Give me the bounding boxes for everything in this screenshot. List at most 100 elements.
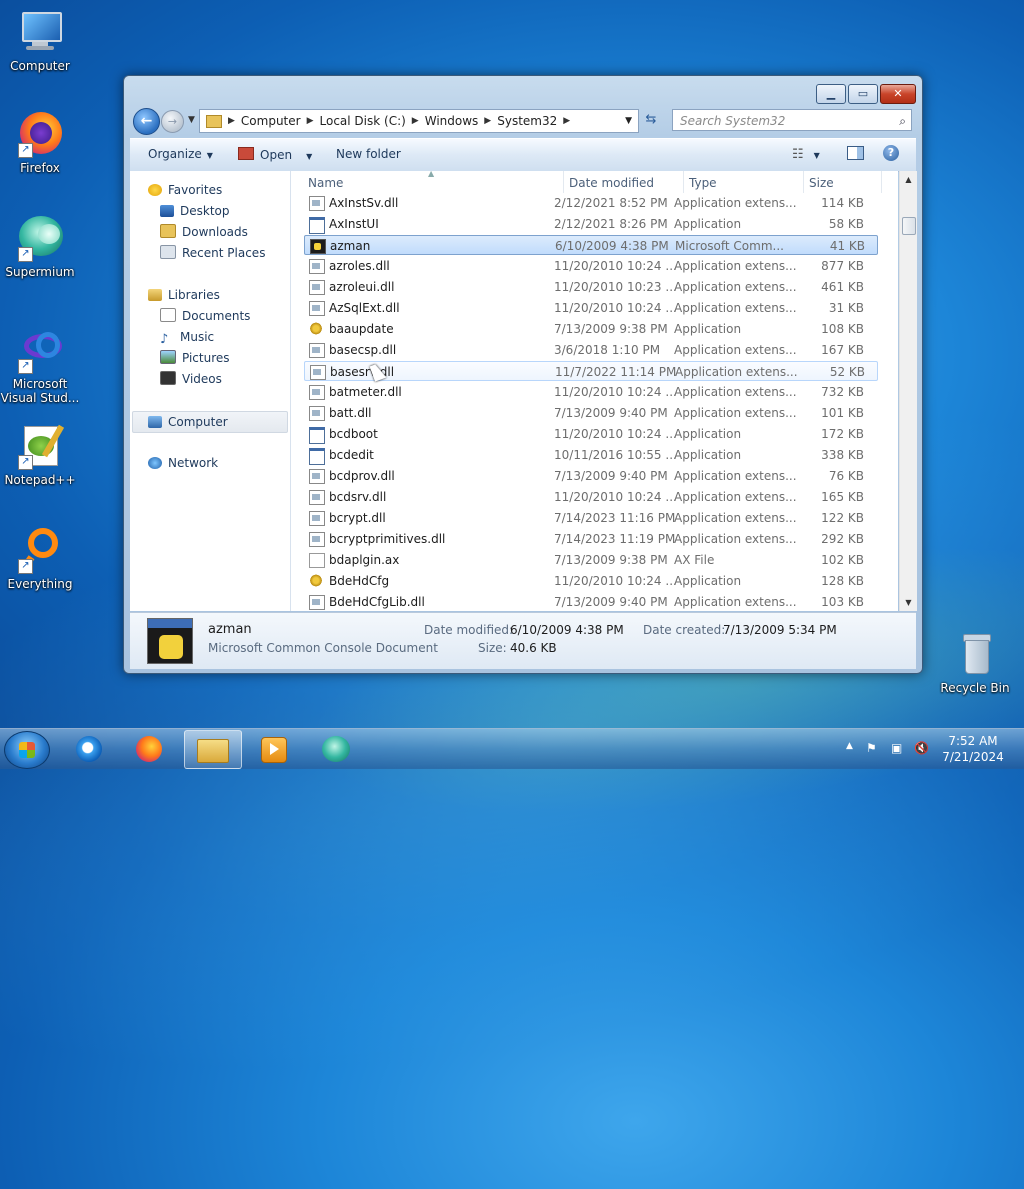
maximize-button[interactable]: ▭ xyxy=(848,84,878,104)
chevron-right-icon[interactable]: ▶ xyxy=(226,116,237,126)
show-hidden-icons-button[interactable]: ▲ xyxy=(846,741,853,751)
change-view-button[interactable]: ☷ ▼ xyxy=(792,147,820,162)
taskbar-supermium[interactable] xyxy=(308,730,364,767)
column-header-size[interactable]: Size xyxy=(809,176,834,190)
file-row[interactable]: AxInstUI 2/12/2021 8:26 PM Application 58 K… xyxy=(304,214,878,234)
address-bar[interactable]: ▶ Computer ▶ Local Disk (C:) ▶ Windows ▶… xyxy=(199,109,639,133)
column-header-date[interactable]: Date modified xyxy=(569,176,654,190)
file-row[interactable]: bcdedit 10/11/2016 10:55 ... Application 33… xyxy=(304,445,878,465)
nav-favorites[interactable]: Favorites xyxy=(148,180,304,200)
nav-network[interactable]: Network xyxy=(148,453,304,473)
file-row[interactable]: azroleui.dll 11/20/2010 10:23 ... Applicat… xyxy=(304,277,878,297)
refresh-button[interactable]: ⇆ xyxy=(640,109,662,131)
preview-pane-button[interactable] xyxy=(847,146,864,163)
nav-computer[interactable]: Computer xyxy=(132,411,288,433)
desktop-icon-everything[interactable]: ↗ Everything xyxy=(0,526,80,591)
minimize-button[interactable]: ▁ xyxy=(816,84,846,104)
taskbar-media-player[interactable] xyxy=(246,730,302,767)
file-row[interactable]: bcdboot 11/20/2010 10:24 ... Application 17… xyxy=(304,424,878,444)
column-header-name[interactable]: Name xyxy=(308,176,343,190)
file-row[interactable]: AzSqlExt.dll 11/20/2010 10:24 ... Applicat… xyxy=(304,298,878,318)
start-button[interactable] xyxy=(4,731,50,769)
back-button[interactable]: ← xyxy=(133,108,160,135)
desktop-icon-visual-studio[interactable]: ↗ Microsoft Visual Stud... xyxy=(0,326,80,405)
file-row[interactable]: bdaplgin.ax 7/13/2009 9:38 PM AX File 102 K… xyxy=(304,550,878,570)
file-row[interactable]: batmeter.dll 11/20/2010 10:24 ... Applicat… xyxy=(304,382,878,402)
file-row[interactable]: baaupdate 7/13/2009 9:38 PM Application 108… xyxy=(304,319,878,339)
explorer-window[interactable]: ▁ ▭ ✕ ← → ▼ ▶ Computer ▶ Local Disk (C:)… xyxy=(123,75,923,674)
column-divider[interactable] xyxy=(881,171,882,193)
file-name: BdeHdCfg xyxy=(329,574,390,588)
file-row[interactable]: batt.dll 7/13/2009 9:40 PM Application ext… xyxy=(304,403,878,423)
open-label: Open xyxy=(260,148,293,162)
scroll-up-arrow-icon[interactable]: ▲ xyxy=(900,171,917,188)
desktop-icon-computer[interactable]: Computer xyxy=(0,8,80,73)
file-row[interactable]: bcrypt.dll 7/14/2023 11:16 PM Application … xyxy=(304,508,878,528)
column-divider[interactable] xyxy=(803,171,804,193)
file-row[interactable]: basecsp.dll 3/6/2018 1:10 PM Application e… xyxy=(304,340,878,360)
dll-file-icon xyxy=(310,365,326,380)
scroll-down-arrow-icon[interactable]: ▼ xyxy=(900,594,917,611)
desktop-icon-recycle-bin[interactable]: Recycle Bin xyxy=(935,630,1015,695)
clock[interactable]: 7:52 AM 7/21/2024 xyxy=(930,733,1016,765)
file-date-modified: 2/12/2021 8:26 PM xyxy=(554,217,668,231)
recent-pages-dropdown[interactable]: ▼ xyxy=(188,115,195,125)
desktop-icon-supermium[interactable]: ↗ Supermium xyxy=(0,214,80,279)
visual-studio-icon: ↗ xyxy=(16,326,64,374)
desktop-icon-firefox[interactable]: ↗ Firefox xyxy=(0,110,80,175)
file-name: bcryptprimitives.dll xyxy=(329,532,446,546)
file-row[interactable]: azroles.dll 11/20/2010 10:24 ... Applicati… xyxy=(304,256,878,276)
file-name: AzSqlExt.dll xyxy=(329,301,400,315)
help-button[interactable]: ? xyxy=(883,145,899,161)
file-row[interactable]: BdeHdCfg 11/20/2010 10:24 ... Application 1… xyxy=(304,571,878,591)
file-row[interactable]: bcdsrv.dll 11/20/2010 10:24 ... Applicatio… xyxy=(304,487,878,507)
app-file-icon xyxy=(309,217,325,234)
close-button[interactable]: ✕ xyxy=(880,84,916,104)
file-row[interactable]: bcdprov.dll 7/13/2009 9:40 PM Application … xyxy=(304,466,878,486)
breadcrumb-local-disk[interactable]: Local Disk (C:) xyxy=(316,114,410,128)
breadcrumb-computer[interactable]: Computer xyxy=(237,114,305,128)
forward-button[interactable]: → xyxy=(161,110,184,133)
file-row[interactable]: basesrv.dll 11/7/2022 11:14 PM Application… xyxy=(304,361,878,381)
file-size: 165 KB xyxy=(821,490,864,504)
breadcrumb-system32[interactable]: System32 xyxy=(493,114,561,128)
file-size: 732 KB xyxy=(821,385,864,399)
breadcrumb-windows[interactable]: Windows xyxy=(421,114,483,128)
chevron-right-icon[interactable]: ▶ xyxy=(482,116,493,126)
taskbar-internet-explorer[interactable] xyxy=(62,730,118,767)
nav-label: Pictures xyxy=(182,351,230,365)
search-input[interactable]: Search System32 ⌕ xyxy=(672,109,912,131)
file-row[interactable]: azman 6/10/2009 4:38 PM Microsoft Comm... 4… xyxy=(304,235,878,255)
taskbar-windows-explorer[interactable] xyxy=(184,730,242,769)
details-date-modified-label: Date modified: xyxy=(424,623,514,637)
file-size: 103 KB xyxy=(821,595,864,609)
organize-button[interactable]: Organize ▼ xyxy=(148,147,213,161)
volume-muted-icon[interactable]: 🔇 xyxy=(914,741,929,755)
chevron-right-icon[interactable]: ▶ xyxy=(305,116,316,126)
new-folder-button[interactable]: New folder xyxy=(336,147,401,161)
taskbar-firefox[interactable] xyxy=(122,730,178,767)
file-row[interactable]: bcryptprimitives.dll 7/14/2023 11:19 PM Ap… xyxy=(304,529,878,549)
address-history-dropdown[interactable]: ▼ xyxy=(625,116,638,126)
scrollbar-thumb[interactable] xyxy=(902,217,916,235)
column-header-type[interactable]: Type xyxy=(689,176,717,190)
file-type: Application extens... xyxy=(674,406,797,420)
desktop-icon-notepadpp[interactable]: ↗ Notepad++ xyxy=(0,422,80,487)
file-list[interactable]: Name ▲ Date modified Type Size AxInstSv.… xyxy=(291,171,898,611)
file-row[interactable]: AxInstSv.dll 2/12/2021 8:52 PM Application… xyxy=(304,193,878,213)
vertical-scrollbar[interactable]: ▲ ▼ xyxy=(899,171,917,611)
file-type: Application extens... xyxy=(674,490,797,504)
column-divider[interactable] xyxy=(563,171,564,193)
open-button[interactable]: Open ▼ xyxy=(238,147,312,162)
action-center-flag-icon[interactable]: ⚑ xyxy=(866,741,877,755)
chevron-right-icon[interactable]: ▶ xyxy=(410,116,421,126)
nav-libraries[interactable]: Libraries xyxy=(148,285,304,305)
pictures-icon xyxy=(160,350,176,364)
dll-file-icon xyxy=(309,511,325,526)
search-icon[interactable]: ⌕ xyxy=(899,110,906,132)
file-row[interactable]: BdeHdCfgLib.dll 7/13/2009 9:40 PM Applicat… xyxy=(304,592,878,611)
chevron-right-icon[interactable]: ▶ xyxy=(561,116,572,126)
file-date-modified: 11/20/2010 10:24 ... xyxy=(554,490,677,504)
network-icon[interactable]: ▣ xyxy=(891,741,902,755)
column-divider[interactable] xyxy=(683,171,684,193)
